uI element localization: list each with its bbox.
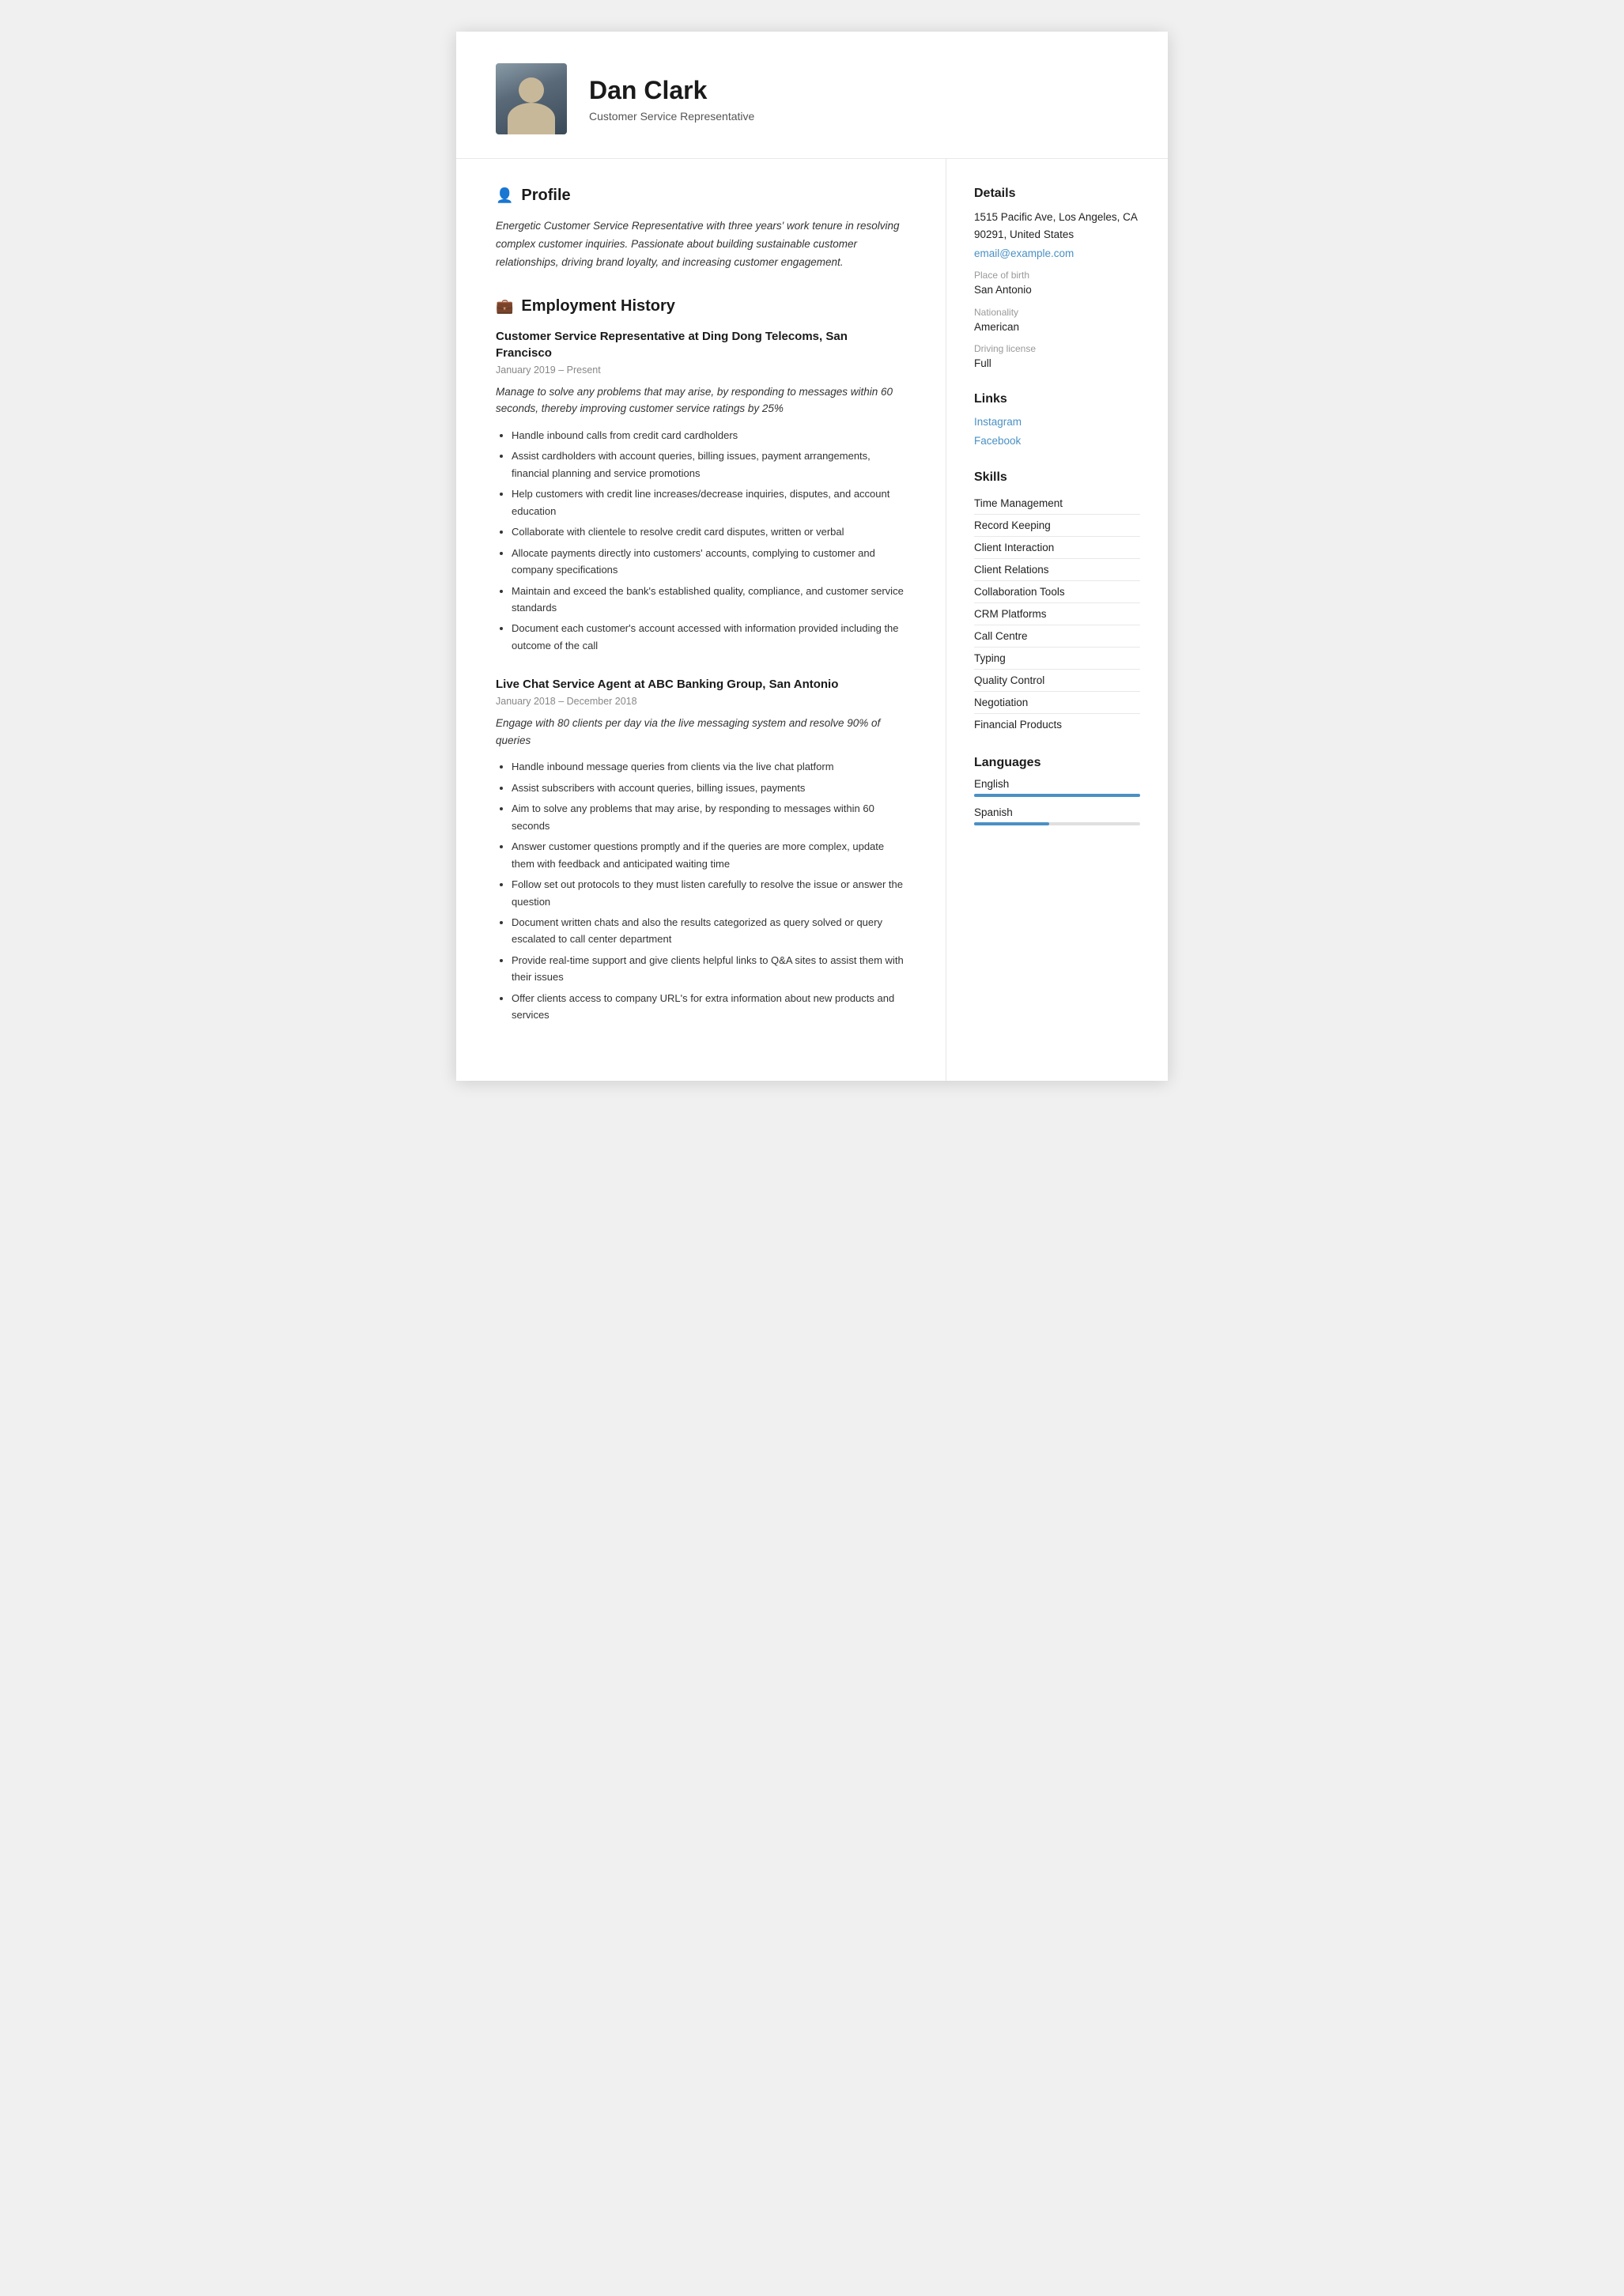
lang-spanish-bar-bg bbox=[974, 822, 1140, 825]
list-item: Assist cardholders with account queries,… bbox=[512, 447, 906, 481]
details-section: Details 1515 Pacific Ave, Los Angeles, C… bbox=[974, 187, 1140, 372]
job-2-dates: January 2018 – December 2018 bbox=[496, 696, 906, 707]
skill-item: Time Management bbox=[974, 493, 1140, 515]
links-section: Links Instagram Facebook bbox=[974, 392, 1140, 450]
resume-card: Dan Clark Customer Service Representativ… bbox=[456, 32, 1168, 1081]
lang-english-name: English bbox=[974, 778, 1140, 790]
candidate-title: Customer Service Representative bbox=[589, 110, 754, 123]
right-column: Details 1515 Pacific Ave, Los Angeles, C… bbox=[946, 159, 1168, 1081]
job-2: Live Chat Service Agent at ABC Banking G… bbox=[496, 676, 906, 1023]
employment-icon: 💼 bbox=[496, 298, 513, 315]
skill-item: CRM Platforms bbox=[974, 603, 1140, 625]
list-item: Maintain and exceed the bank's establish… bbox=[512, 583, 906, 617]
employment-title: Employment History bbox=[521, 297, 674, 315]
list-item: Offer clients access to company URL's fo… bbox=[512, 990, 906, 1024]
list-item: Document each customer's account accesse… bbox=[512, 620, 906, 654]
job-1-summary: Manage to solve any problems that may ar… bbox=[496, 383, 906, 417]
skill-item: Financial Products bbox=[974, 714, 1140, 735]
avatar bbox=[496, 63, 567, 134]
job-2-title: Live Chat Service Agent at ABC Banking G… bbox=[496, 676, 906, 693]
languages-title: Languages bbox=[974, 756, 1140, 770]
profile-heading: 👤 Profile bbox=[496, 187, 906, 205]
driving-license-label: Driving license bbox=[974, 343, 1140, 354]
lang-english-bar-fill bbox=[974, 794, 1140, 797]
lang-english: English bbox=[974, 778, 1140, 797]
skill-item: Collaboration Tools bbox=[974, 581, 1140, 603]
skills-title: Skills bbox=[974, 470, 1140, 485]
list-item: Assist subscribers with account queries,… bbox=[512, 780, 906, 796]
employment-heading: 💼 Employment History bbox=[496, 297, 906, 315]
lang-spanish: Spanish bbox=[974, 806, 1140, 825]
list-item: Handle inbound message queries from clie… bbox=[512, 758, 906, 775]
nationality-label: Nationality bbox=[974, 307, 1140, 318]
job-1: Customer Service Representative at Ding … bbox=[496, 328, 906, 654]
skill-item: Record Keeping bbox=[974, 515, 1140, 537]
list-item: Aim to solve any problems that may arise… bbox=[512, 800, 906, 834]
place-of-birth-label: Place of birth bbox=[974, 270, 1140, 281]
list-item: Allocate payments directly into customer… bbox=[512, 545, 906, 579]
profile-text: Energetic Customer Service Representativ… bbox=[496, 217, 906, 272]
details-title: Details bbox=[974, 187, 1140, 201]
profile-title: Profile bbox=[521, 187, 570, 205]
employment-section: 💼 Employment History Customer Service Re… bbox=[496, 297, 906, 1024]
skill-item: Typing bbox=[974, 648, 1140, 670]
profile-icon: 👤 bbox=[496, 187, 513, 204]
lang-english-bar-bg bbox=[974, 794, 1140, 797]
list-item: Handle inbound calls from credit card ca… bbox=[512, 427, 906, 444]
list-item: Collaborate with clientele to resolve cr… bbox=[512, 523, 906, 540]
list-item: Help customers with credit line increase… bbox=[512, 485, 906, 519]
place-of-birth-value: San Antonio bbox=[974, 282, 1140, 298]
list-item: Answer customer questions promptly and i… bbox=[512, 838, 906, 872]
nationality-value: American bbox=[974, 319, 1140, 335]
job-1-title: Customer Service Representative at Ding … bbox=[496, 328, 906, 361]
job-1-bullets: Handle inbound calls from credit card ca… bbox=[496, 427, 906, 654]
skill-item: Call Centre bbox=[974, 625, 1140, 648]
list-item: Provide real-time support and give clien… bbox=[512, 952, 906, 986]
list-item: Follow set out protocols to they must li… bbox=[512, 876, 906, 910]
profile-section: 👤 Profile Energetic Customer Service Rep… bbox=[496, 187, 906, 272]
skill-item: Client Relations bbox=[974, 559, 1140, 581]
skill-item: Negotiation bbox=[974, 692, 1140, 714]
job-2-bullets: Handle inbound message queries from clie… bbox=[496, 758, 906, 1023]
left-column: 👤 Profile Energetic Customer Service Rep… bbox=[456, 159, 946, 1081]
links-title: Links bbox=[974, 392, 1140, 406]
header-info: Dan Clark Customer Service Representativ… bbox=[589, 76, 754, 123]
lang-spanish-bar-fill bbox=[974, 822, 1049, 825]
lang-spanish-name: Spanish bbox=[974, 806, 1140, 818]
list-item: Document written chats and also the resu… bbox=[512, 914, 906, 948]
header: Dan Clark Customer Service Representativ… bbox=[456, 32, 1168, 159]
candidate-name: Dan Clark bbox=[589, 76, 754, 105]
job-1-dates: January 2019 – Present bbox=[496, 364, 906, 376]
skill-item: Client Interaction bbox=[974, 537, 1140, 559]
detail-address: 1515 Pacific Ave, Los Angeles, CA 90291,… bbox=[974, 209, 1140, 243]
languages-section: Languages English Spanish bbox=[974, 756, 1140, 825]
link-facebook[interactable]: Facebook bbox=[974, 433, 1140, 449]
link-instagram[interactable]: Instagram bbox=[974, 414, 1140, 430]
job-2-summary: Engage with 80 clients per day via the l… bbox=[496, 715, 906, 749]
skills-section: Skills Time Management Record Keeping Cl… bbox=[974, 470, 1140, 735]
skill-item: Quality Control bbox=[974, 670, 1140, 692]
detail-email[interactable]: email@example.com bbox=[974, 246, 1140, 262]
driving-license-value: Full bbox=[974, 356, 1140, 372]
main-layout: 👤 Profile Energetic Customer Service Rep… bbox=[456, 159, 1168, 1081]
